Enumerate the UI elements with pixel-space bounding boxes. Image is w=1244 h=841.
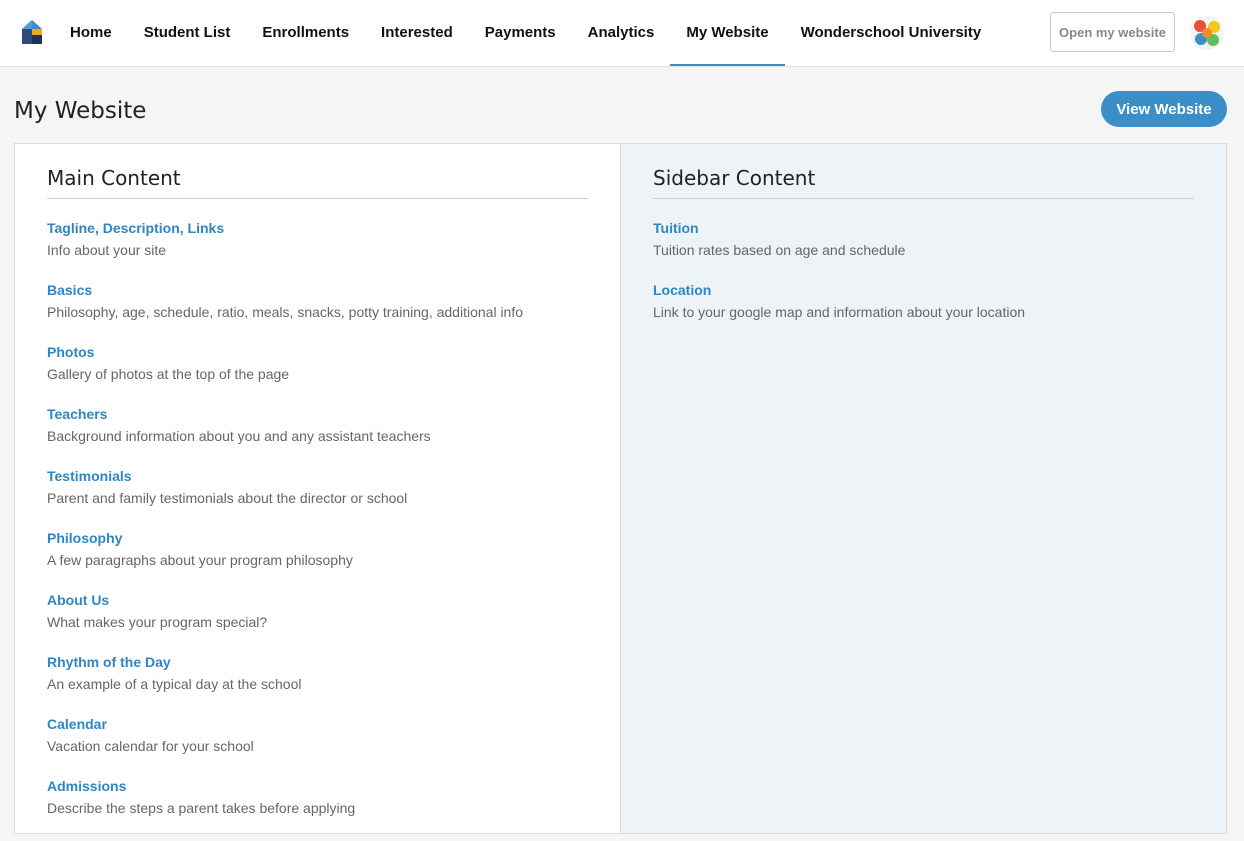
sidebar-content-title: Sidebar Content [653,166,1194,199]
sidebar-content-list: Tuition Tuition rates based on age and sc… [653,218,1194,322]
section-description: Link to your google map and information … [653,304,1026,320]
section-link[interactable]: Teachers [47,404,588,424]
content-section-item: Teachers Background information about you… [47,404,588,446]
website-content-panel: Main Content Tagline, Description, Links… [14,143,1227,834]
user-avatar-icon[interactable] [1190,16,1224,50]
section-description: Info about your site [47,242,167,258]
section-description: Tuition rates based on age and schedule [653,242,906,258]
section-link[interactable]: Testimonials [47,466,588,486]
section-description: Gallery of photos at the top of the page [47,366,290,382]
wonderschool-logo-icon[interactable] [22,20,42,44]
sidebar-content-column: Sidebar Content Tuition Tuition rates bas… [621,144,1226,833]
content-section-item: Tagline, Description, Links Info about yo… [47,218,588,260]
content-section-item: Location Link to your google map and info… [653,280,1194,322]
section-link[interactable]: Location [653,280,1194,300]
content-section-item: Calendar Vacation calendar for your schoo… [47,714,588,756]
section-link[interactable]: Tagline, Description, Links [47,218,588,238]
view-website-button[interactable]: View Website [1101,91,1227,127]
nav-enrollments[interactable]: Enrollments [246,0,365,66]
nav-analytics[interactable]: Analytics [572,0,671,66]
section-link[interactable]: Tuition [653,218,1194,238]
content-section-item: Tuition Tuition rates based on age and sc… [653,218,1194,260]
nav-student-list[interactable]: Student List [128,0,247,66]
section-description: An example of a typical day at the schoo… [47,676,302,692]
section-description: Describe the steps a parent takes before… [47,800,356,816]
section-description: Philosophy, age, schedule, ratio, meals,… [47,304,524,320]
content-section-item: About Us What makes your program special? [47,590,588,632]
main-content-title: Main Content [47,166,588,199]
page-title: My Website [14,98,147,124]
section-description: What makes your program special? [47,614,268,630]
nav-my-website[interactable]: My Website [670,0,785,66]
section-link[interactable]: Admissions [47,776,588,796]
section-description: Parent and family testimonials about the… [47,490,408,506]
content-section-item: Admissions Describe the steps a parent ta… [47,776,588,818]
nav-wonderschool-university[interactable]: Wonderschool University [785,0,998,66]
nav-interested[interactable]: Interested [365,0,469,66]
section-link[interactable]: Rhythm of the Day [47,652,588,672]
content-section-item: Photos Gallery of photos at the top of th… [47,342,588,384]
section-link[interactable]: Photos [47,342,588,362]
content-section-item: Rhythm of the Day An example of a typical… [47,652,588,694]
section-description: Background information about you and any… [47,428,431,444]
section-link[interactable]: Basics [47,280,588,300]
content-section-item: Philosophy A few paragraphs about your pr… [47,528,588,570]
nav-payments[interactable]: Payments [469,0,572,66]
main-content-list: Tagline, Description, Links Info about yo… [47,218,588,818]
open-my-website-button[interactable]: Open my website [1050,12,1175,52]
main-nav: Home Student List Enrollments Interested Pay… [54,0,997,66]
content-section-item: Basics Philosophy, age, schedule, ratio, … [47,280,588,322]
main-content-column: Main Content Tagline, Description, Links… [15,144,621,833]
content-section-item: Testimonials Parent and family testimonia… [47,466,588,508]
section-link[interactable]: Calendar [47,714,588,734]
nav-home[interactable]: Home [54,0,128,66]
section-description: Vacation calendar for your school [47,738,254,754]
section-link[interactable]: Philosophy [47,528,588,548]
top-navigation-bar: Home Student List Enrollments Interested Pay… [0,0,1244,67]
section-link[interactable]: About Us [47,590,588,610]
section-description: A few paragraphs about your program phil… [47,552,353,568]
